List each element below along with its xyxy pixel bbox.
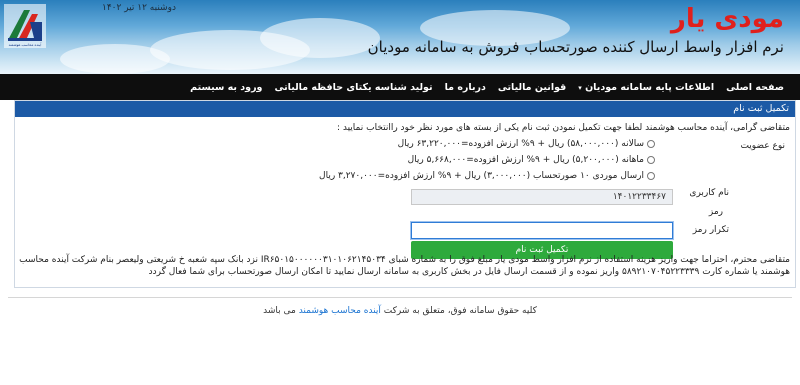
footer-company-link[interactable]: آینده محاسب هوشمند [299, 306, 381, 316]
site-footer: کلیه حقوق سامانه فوق، متعلق به شرکت آیند… [0, 306, 800, 316]
username-label: نام کاربری [689, 188, 729, 198]
sky-cloud [60, 44, 170, 74]
nav-tax-laws[interactable]: قوانین مالیاتی [498, 82, 566, 93]
repeat-password-field[interactable] [411, 222, 673, 239]
brand-title: مودی یار [670, 4, 784, 34]
site-header: آینده محاسب هوشمند دوشنبه ۱۲ تیر ۱۴۰۲ مو… [0, 0, 800, 74]
footer-suffix: می باشد [263, 306, 296, 316]
chevron-down-icon: ▾ [578, 83, 582, 92]
option-per-invoice[interactable]: ارسال موردی ۱۰ صورتحساب (۳,۰۰۰,۰۰۰) ریال… [319, 171, 655, 181]
option-monthly[interactable]: ماهانه (۵,۲۰۰,۰۰۰) ریال + ۹% ارزش افزوده… [408, 155, 655, 165]
page: آینده محاسب هوشمند دوشنبه ۱۲ تیر ۱۴۰۲ مو… [0, 0, 800, 385]
option-monthly-label: ماهانه (۵,۲۰۰,۰۰۰) ریال + ۹% ارزش افزوده… [407, 155, 644, 165]
divider [8, 297, 792, 298]
nav-login[interactable]: ورود به سیستم [190, 82, 262, 93]
svg-text:آینده محاسب هوشمند: آینده محاسب هوشمند [9, 42, 43, 47]
password-label: رمز [708, 207, 723, 217]
option-yearly-label: سالانه (۵۸,۰۰۰,۰۰۰) ریال + ۹% ارزش افزود… [397, 139, 644, 149]
panel-title: تکمیل ثبت نام [15, 101, 795, 117]
brand-tagline: نرم افزار واسط ارسال کننده صورتحساب فروش… [367, 38, 784, 56]
nav-about[interactable]: درباره ما [445, 82, 486, 93]
username-field[interactable]: ۱۴۰۱۲۲۳۳۴۶۷ [411, 189, 673, 205]
nav-basic-info[interactable]: اطلاعات پایه سامانه مودیان ▾ [578, 82, 714, 93]
intro-text: متقاضی گرامی، آینده محاسب هوشمند لطفا جه… [336, 123, 790, 133]
membership-label: نوع عضویت [740, 141, 785, 151]
radio-yearly[interactable] [647, 140, 655, 148]
nav-generate-id[interactable]: تولید شناسه یکتای حافظه مالیاتی [274, 82, 432, 93]
radio-monthly[interactable] [647, 156, 655, 164]
current-date: دوشنبه ۱۲ تیر ۱۴۰۲ [102, 3, 176, 13]
option-yearly[interactable]: سالانه (۵۸,۰۰۰,۰۰۰) ریال + ۹% ارزش افزود… [398, 139, 655, 149]
footer-prefix: کلیه حقوق سامانه فوق، متعلق به شرکت [383, 306, 537, 316]
option-per-invoice-label: ارسال موردی ۱۰ صورتحساب (۳,۰۰۰,۰۰۰) ریال… [319, 171, 644, 181]
radio-per-invoice[interactable] [647, 172, 655, 180]
password-field[interactable] [411, 205, 673, 221]
sky-cloud [260, 18, 380, 58]
nav-basic-info-label: اطلاعات پایه سامانه مودیان [585, 81, 715, 93]
payment-notice: متقاضی محترم، احتراما جهت واریز هزینه اس… [19, 255, 790, 277]
main-navbar: صفحه اصلی اطلاعات پایه سامانه مودیان ▾ ق… [0, 74, 800, 100]
nav-home[interactable]: صفحه اصلی [726, 82, 784, 93]
company-logo[interactable]: آینده محاسب هوشمند [4, 4, 46, 48]
repeat-password-label: تکرار رمز [692, 225, 729, 235]
